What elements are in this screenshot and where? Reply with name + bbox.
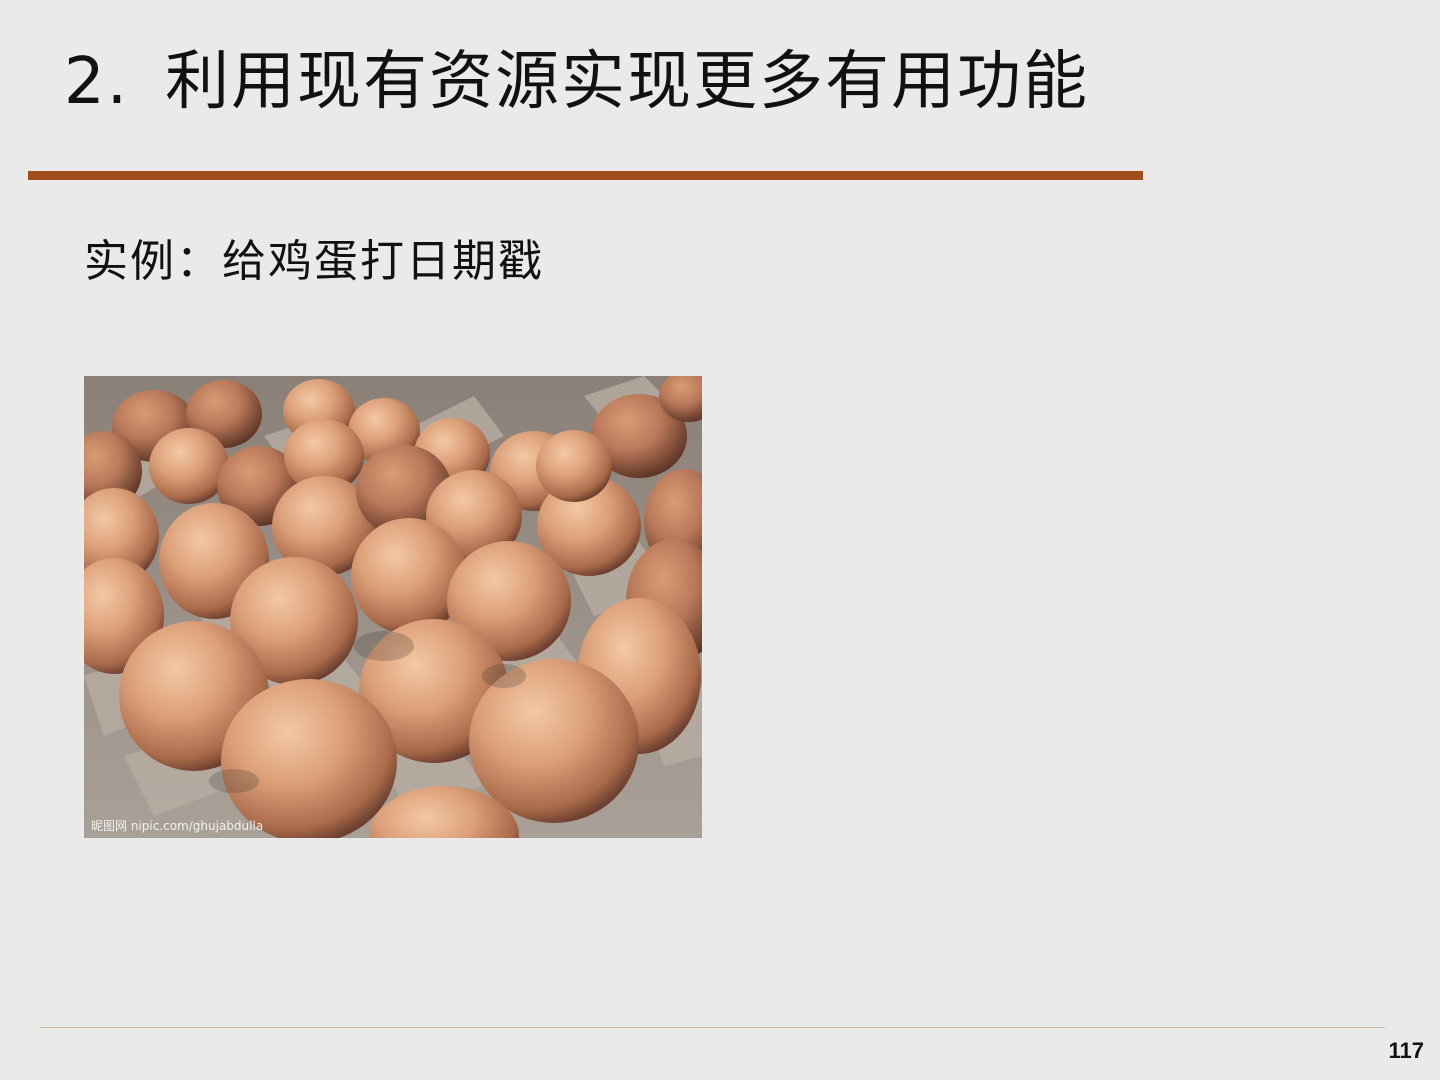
footer-divider	[40, 1027, 1385, 1028]
photo-watermark: 昵图网 nipic.com/ghujabdulla	[91, 819, 264, 833]
eggs-photo: 昵图网 nipic.com/ghujabdulla	[84, 376, 702, 838]
slide-subtitle: 实例：给鸡蛋打日期戳	[84, 236, 544, 287]
title-divider	[28, 171, 1143, 180]
eggs-photo-image	[84, 376, 702, 838]
slide-title-number: 2.	[64, 45, 130, 119]
page-number: 117	[1388, 1038, 1425, 1063]
slide-title-text: 利用现有资源实现更多有用功能	[165, 45, 1090, 119]
slide-title: 2. 利用现有资源实现更多有用功能	[64, 40, 1089, 124]
